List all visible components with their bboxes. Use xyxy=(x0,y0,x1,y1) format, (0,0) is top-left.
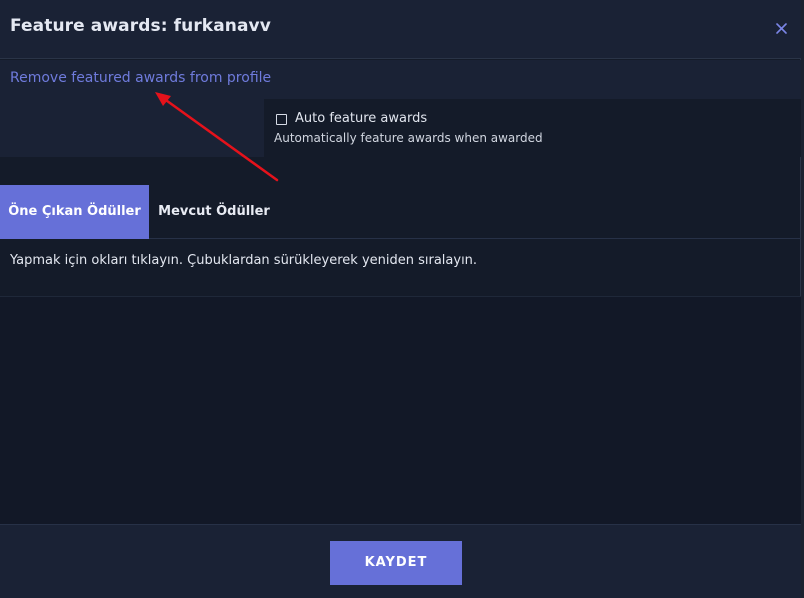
instructions-text: Yapmak için okları tıklayın. Çubuklardan… xyxy=(10,253,478,268)
close-button[interactable] xyxy=(770,17,792,39)
remove-featured-awards-link[interactable]: Remove featured awards from profile xyxy=(10,70,271,86)
modal-footer: KAYDET xyxy=(0,524,801,598)
modal-title: Feature awards: furkanavv xyxy=(10,16,271,36)
tab-featured-awards[interactable]: Öne Çıkan Ödüller xyxy=(0,185,149,239)
close-icon xyxy=(776,23,787,34)
featured-awards-list[interactable] xyxy=(0,296,801,524)
remove-featured-row: Remove featured awards from profile xyxy=(0,60,801,99)
auto-feature-description: Automatically feature awards when awarde… xyxy=(274,131,543,145)
auto-feature-label[interactable]: Auto feature awards xyxy=(295,111,427,126)
auto-feature-checkbox[interactable] xyxy=(276,114,287,125)
award-tabs: Öne Çıkan Ödüller Mevcut Ödüller xyxy=(0,185,801,239)
settings-left-panel xyxy=(0,99,264,157)
tab-available-awards[interactable]: Mevcut Ödüller xyxy=(149,185,279,239)
auto-feature-panel: Auto feature awards Automatically featur… xyxy=(265,99,801,157)
modal-header: Feature awards: furkanavv xyxy=(0,0,801,59)
save-button[interactable]: KAYDET xyxy=(330,541,462,585)
feature-awards-modal: Feature awards: furkanavv Remove feature… xyxy=(0,0,801,598)
